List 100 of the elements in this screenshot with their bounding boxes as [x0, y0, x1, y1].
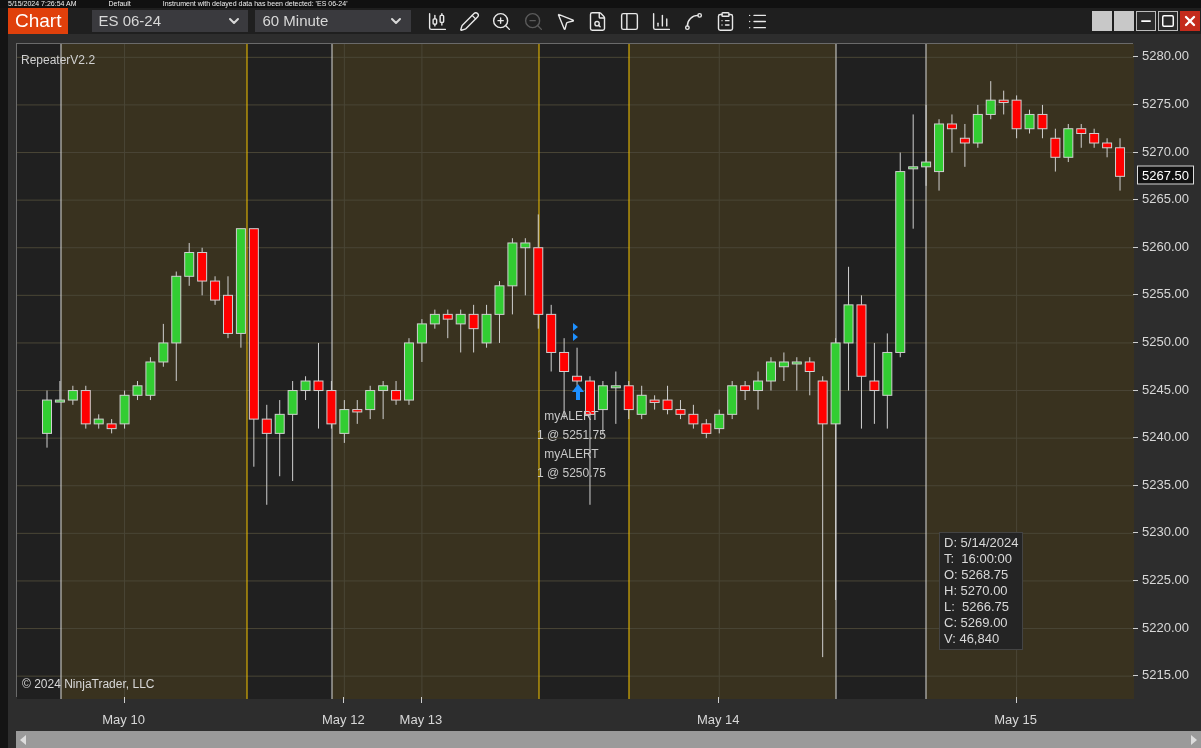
instrument-dropdown[interactable]: ES 06-24: [92, 10, 249, 32]
price-axis-label: 5240.00: [1142, 428, 1189, 447]
candle: [1089, 128, 1100, 149]
candle: [197, 247, 208, 296]
candle: [210, 275, 221, 306]
marker-triangles-icon: [573, 323, 578, 341]
candle: [688, 404, 699, 430]
candle: [158, 323, 169, 368]
pencil-icon[interactable]: [459, 10, 481, 32]
candle: [727, 380, 738, 420]
data-box-line: O: 5268.75: [944, 567, 1010, 583]
candle: [701, 418, 712, 439]
candle: [365, 385, 376, 420]
maximize-button[interactable]: [1158, 11, 1178, 31]
candle: [442, 309, 453, 339]
candle: [481, 304, 492, 349]
price-axis-label: 5260.00: [1142, 238, 1189, 256]
candle: [67, 385, 78, 406]
candle: [42, 390, 52, 449]
price-axis-label: 5250.00: [1142, 333, 1189, 352]
data-box-line: T: 16:00:00: [944, 551, 1013, 567]
time-axis-label: May 10: [102, 711, 145, 730]
price-axis-label: 5270.00: [1142, 142, 1189, 161]
alert-fill-text: 1 @ 5251.75: [537, 427, 606, 444]
candle: [378, 380, 389, 420]
candle: [429, 309, 440, 330]
candle: [998, 90, 1009, 115]
candle: [623, 380, 634, 420]
candle: [106, 418, 117, 434]
candle: [132, 380, 143, 401]
candle: [546, 304, 557, 372]
candle: [714, 409, 725, 434]
candle: [675, 399, 686, 420]
candle: [352, 399, 363, 425]
price-axis-label: 5255.00: [1142, 285, 1189, 304]
candle: [494, 280, 505, 344]
price-axis-label: 5245.00: [1142, 380, 1189, 399]
candle: [455, 309, 466, 353]
candle: [972, 104, 983, 149]
price-axis-label: 5275.00: [1142, 95, 1189, 114]
candle: [753, 371, 764, 411]
copyright-text: © 2024 NinjaTrader, LLC: [22, 676, 155, 694]
candle: [610, 371, 621, 425]
candle: [804, 356, 815, 396]
minimize-button[interactable]: [1136, 11, 1156, 31]
time-axis-label: May 13: [399, 711, 443, 730]
candle: [1024, 109, 1035, 134]
time-axis-label: May 14: [696, 711, 740, 730]
candlestick-icon[interactable]: [427, 10, 449, 32]
candle: [778, 351, 789, 382]
candle: [416, 318, 427, 363]
price-axis-label: 5215.00: [1142, 666, 1189, 685]
candle: [404, 337, 414, 406]
maximize-icon: [1161, 14, 1175, 28]
candle: [662, 385, 673, 415]
data-box-line: C: 5269.00: [944, 615, 1009, 631]
candle: [636, 385, 647, 420]
price-axis-label: 5235.00: [1142, 476, 1189, 494]
candle: [145, 356, 156, 401]
candle: [80, 385, 91, 430]
last-price-marker: 5267.50: [1137, 165, 1194, 185]
candle: [1102, 137, 1113, 158]
panel-icon[interactable]: [619, 10, 641, 32]
candle: [1011, 94, 1022, 139]
data-box-line: H: 5270.00: [944, 583, 1009, 599]
data-box-line: L: 5266.75: [944, 599, 1011, 615]
candle: [1076, 123, 1087, 149]
candle: [520, 237, 531, 296]
candle: [339, 399, 350, 444]
candle: [765, 356, 776, 392]
data-box-line: V: 46,840: [944, 631, 1001, 647]
candle: [184, 242, 195, 287]
price-axis-label: 5265.00: [1142, 190, 1189, 209]
candle: [985, 80, 996, 120]
zoom-in-icon[interactable]: [491, 10, 513, 32]
interval-dropdown[interactable]: 60 Minute: [255, 10, 412, 32]
alert-fill-text: 1 @ 5250.75: [537, 465, 606, 482]
line-nodes-icon[interactable]: [683, 10, 705, 32]
time-axis-label: May 12: [322, 711, 365, 730]
price-axis-label: 5220.00: [1142, 618, 1189, 637]
candle: [572, 347, 583, 387]
time-axis-label: May 15: [994, 711, 1037, 730]
price-axis-label: 5230.00: [1142, 523, 1189, 542]
candle: [1115, 137, 1125, 192]
price-axis-label: 5225.00: [1142, 571, 1189, 590]
candle: [791, 356, 802, 392]
candle: [468, 304, 479, 353]
alert-name: myALERT: [544, 408, 599, 425]
bar-chart-icon[interactable]: [651, 10, 673, 32]
close-icon: [1182, 13, 1198, 29]
price-axis-label: 5280.00: [1142, 47, 1189, 66]
close-button[interactable]: [1180, 11, 1200, 31]
alert-name: myALERT: [544, 446, 599, 463]
candle: [1063, 123, 1074, 163]
entry-arrow-icon: [572, 384, 584, 400]
candle: [959, 123, 970, 168]
data-box-line: D: 5/14/2024: [944, 535, 1019, 551]
candle: [1037, 104, 1048, 139]
candle: [93, 413, 104, 430]
candle: [649, 394, 660, 411]
